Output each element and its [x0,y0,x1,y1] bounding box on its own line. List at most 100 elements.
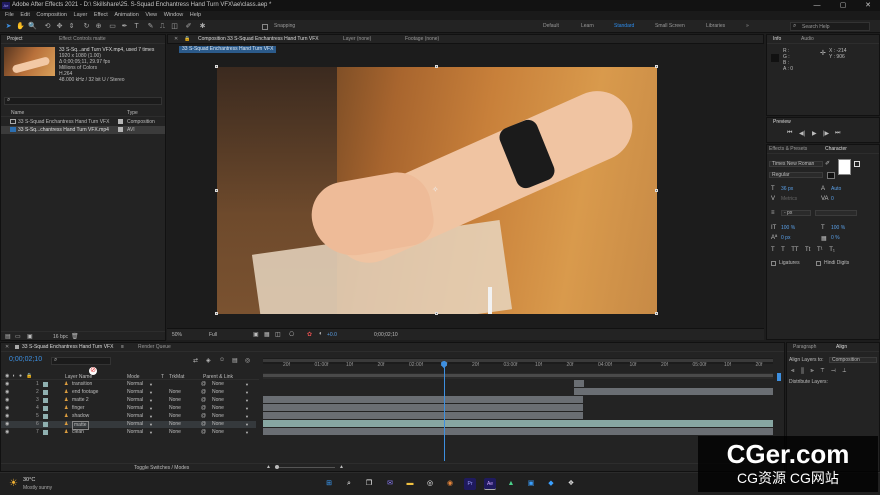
align-left-icon[interactable]: ⫷ [791,368,794,374]
layer-search-input[interactable]: ⌕ [51,357,111,365]
menu-edit[interactable]: Edit [20,11,29,20]
tab-composition[interactable]: Composition 33 S-Squad Enchantress Hand … [198,35,319,43]
font-size-value[interactable]: 36 px [781,186,793,192]
type-tool-icon[interactable]: T [132,22,141,31]
new-folder-icon[interactable]: ▭ [15,333,21,340]
tab-info[interactable]: Info [773,35,781,43]
chevron-down-icon[interactable]: ▼ [245,429,249,436]
column-name[interactable]: Name [11,110,24,116]
next-frame-icon[interactable]: |▶ [823,130,829,137]
toggle-switches-modes[interactable]: Toggle Switches / Modes [134,465,189,471]
layer-duration-bar[interactable] [263,404,583,411]
align-target-select[interactable]: Composition [829,357,877,363]
column-type[interactable]: Type [127,110,138,116]
tracking-value[interactable]: 0 [831,196,834,202]
chevron-down-icon[interactable]: ▼ [149,421,153,428]
store-icon[interactable]: ◆ [545,478,557,490]
last-frame-icon[interactable]: ⏭ [835,130,840,137]
rotation-tool-icon[interactable]: ↻ [82,22,91,31]
mask-visibility-icon[interactable]: ◫ [275,331,281,338]
frame-blending-icon[interactable]: ▤ [232,357,238,364]
pickwhip-icon[interactable]: @ [201,405,206,412]
layer-duration-bar[interactable] [574,380,584,387]
layer-duration-bar[interactable] [263,396,583,403]
layer-parent[interactable]: None [212,413,224,420]
tab-effects-presets[interactable]: Effects & Presets [769,145,807,153]
brush-tool-icon[interactable]: ✎ [146,22,155,31]
color-channel-icon[interactable]: ✿ [307,331,312,338]
column-layer-name[interactable]: Layer Name [65,374,92,380]
trash-icon[interactable]: 🗑 [71,333,79,340]
transform-handle[interactable] [215,65,218,68]
workspace-small-screen[interactable]: Small Screen [655,23,685,29]
layer-trkmat[interactable]: None [169,405,181,412]
menu-layer[interactable]: Layer [74,11,88,20]
align-hcenter-icon[interactable]: ⫼ [801,368,804,374]
bpc-label[interactable]: 16 bpc [53,334,68,340]
align-bottom-icon[interactable]: ⊥ [842,368,846,374]
layer-mode[interactable]: Normal [127,381,143,388]
workspace-libraries[interactable]: Libraries [706,23,725,29]
lock-icon[interactable]: 🔒 [184,35,190,43]
layer-label-color[interactable] [43,390,48,395]
layer-name[interactable]: transition [72,381,92,388]
zoom-tool-icon[interactable]: 🔍 [28,22,37,31]
eye-icon[interactable]: ◉ [5,429,9,436]
close-icon[interactable]: ✕ [5,343,9,351]
exposure-icon[interactable]: ◐ [319,331,323,337]
layer-mode[interactable]: Normal [127,397,143,404]
label-color[interactable] [118,127,123,132]
project-row[interactable]: 33 S-Sq...chantress Hand Turn VFX.mp4 AV… [1,126,165,134]
menu-file[interactable]: File [5,11,14,20]
eyedropper-icon[interactable]: ✐ [825,160,830,167]
eye-icon[interactable]: ◉ [5,381,9,388]
horizontal-scale-value[interactable]: 100 % [831,225,845,231]
app-icon[interactable]: ❖ [565,478,577,490]
chevron-down-icon[interactable]: ▼ [245,421,249,428]
sun-icon[interactable]: ☀ [9,478,18,489]
eye-icon[interactable]: ◉ [5,413,9,420]
column-t[interactable]: T [161,374,164,380]
roto-brush-tool-icon[interactable]: ✐ [184,22,193,31]
align-top-icon[interactable]: ⊤ [821,368,825,374]
chevron-down-icon[interactable]: ▼ [149,389,153,396]
minimize-icon[interactable]: — [806,0,828,11]
weather-temp[interactable]: 30°C [23,477,35,483]
layer-row[interactable]: ◉ 5 ♟ shadow Normal ▼ None @ None ▼ [1,413,256,420]
search-icon[interactable]: ⌕ [343,478,355,490]
font-family-select[interactable]: Times New Roman [769,161,823,167]
layer-name[interactable]: shadow [72,413,89,420]
stroke-color-swatch[interactable] [827,172,835,179]
pen-tool-icon[interactable]: ✒ [120,22,129,31]
motion-blur-icon[interactable]: ◎ [245,357,250,364]
selection-tool-icon[interactable]: ➤ [4,22,13,31]
faux-bold-button[interactable]: T [771,247,775,253]
zoom-in-icon[interactable]: ▲ [339,464,344,470]
timeline-scroll-thumb[interactable] [777,373,781,381]
chevron-down-icon[interactable]: ▼ [245,397,249,404]
layer-duration-bar[interactable] [263,420,773,427]
vertical-scale-value[interactable]: 100 % [781,225,795,231]
chat-icon[interactable]: ✉ [384,478,396,490]
pickwhip-icon[interactable]: @ [201,429,206,436]
layer-row[interactable]: ◉ 4 ♟ finger Normal ▼ None @ None ▼ [1,405,256,412]
layer-row[interactable]: ◉ 7 ♟ clean Normal ▼ None @ None ▼ [1,429,256,436]
resolution-select[interactable]: Full [209,332,217,338]
layer-row[interactable]: ◉ 2 ♟ end footage Normal ▼ None @ None ▼ [1,389,256,396]
pickwhip-icon[interactable]: @ [201,413,206,420]
chevron-down-icon[interactable]: ▼ [245,405,249,412]
transform-handle[interactable] [655,65,658,68]
play-icon[interactable]: ▶ [812,130,817,137]
viewer-timecode[interactable]: 0;00;02;10 [374,332,398,338]
task-view-icon[interactable]: ❐ [363,478,375,490]
layer-duration-bar[interactable] [263,428,773,435]
comp-mini-flowchart-icon[interactable]: ⇄ [193,357,198,364]
premiere-icon[interactable]: Pr [464,478,476,490]
project-row[interactable]: 33 S-Squad Enchantress Hand Turn VFX Com… [1,118,165,126]
chevron-down-icon[interactable]: ▼ [149,413,153,420]
layer-name[interactable]: matte 2 [72,397,89,404]
time-ruler[interactable]: 20f 01:00f 10f 20f 02:00f 10f 20f 03:00f 10f 20f 0… [263,361,773,371]
layer-row[interactable]: ◉ 3 ♟ matte 2 Normal ▼ None @ None ▼ [1,397,256,404]
eye-icon[interactable]: ◉ [5,389,9,396]
puppet-tool-icon[interactable]: ✱ [198,22,207,31]
